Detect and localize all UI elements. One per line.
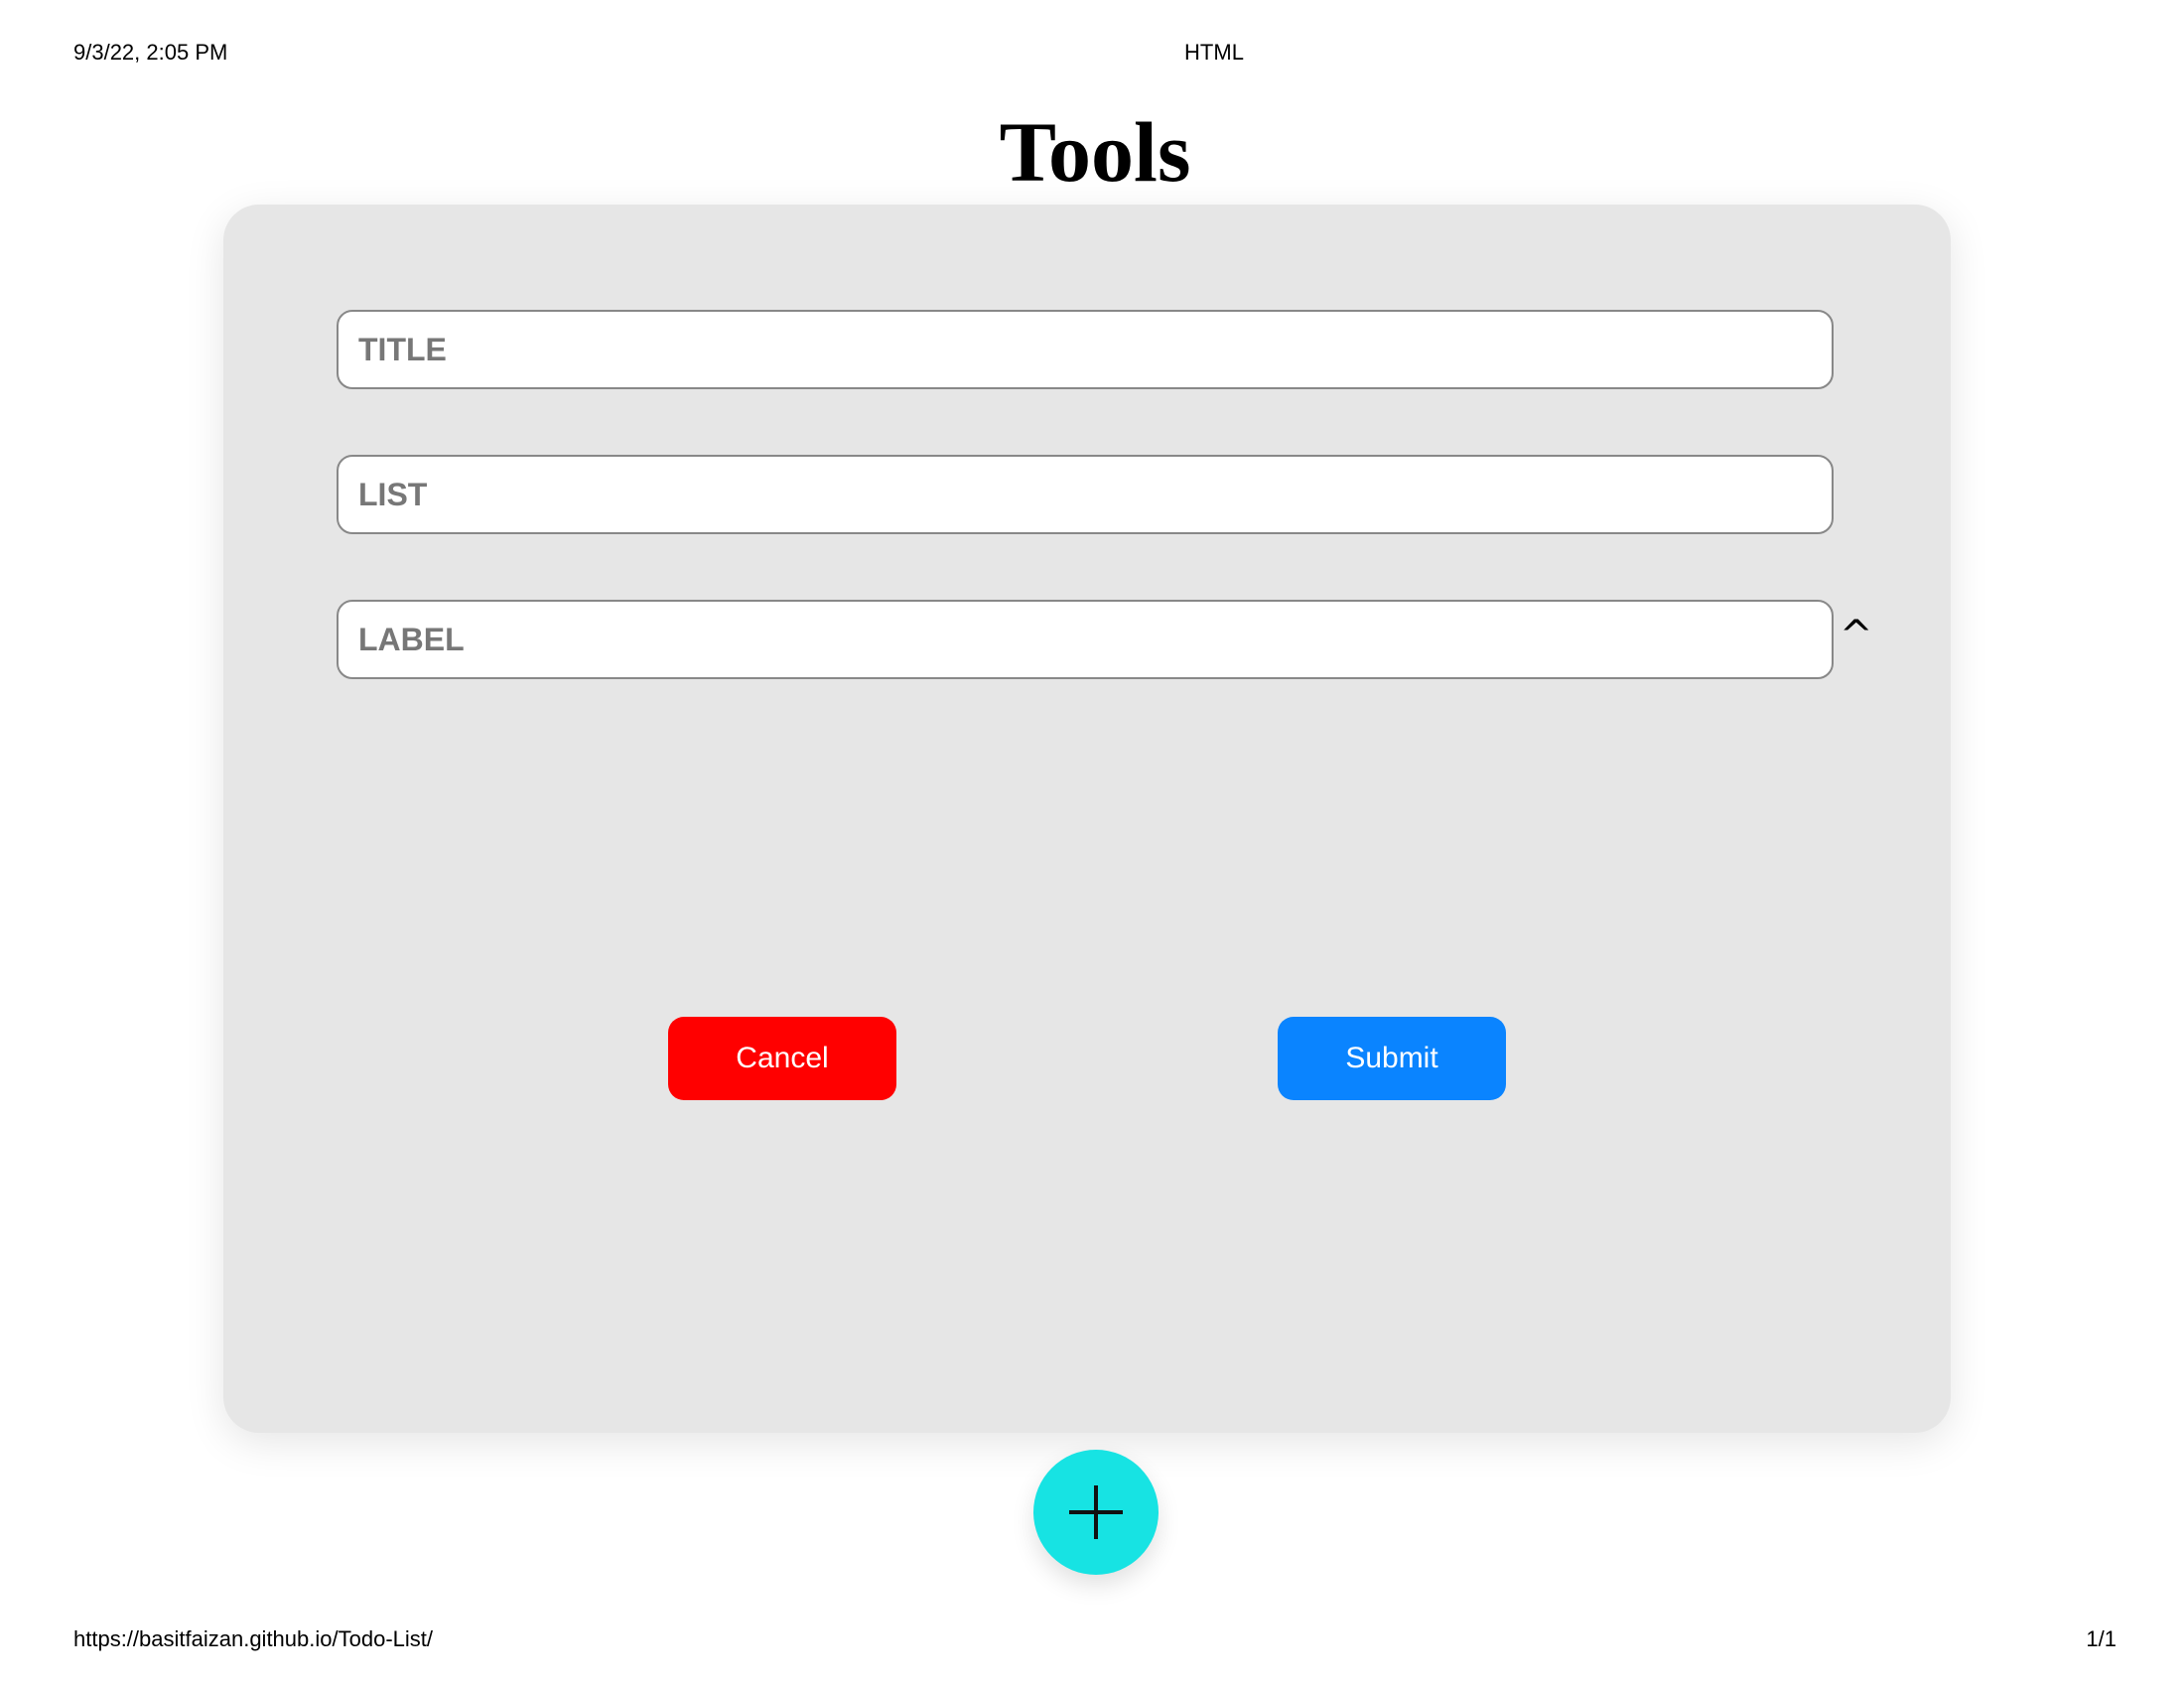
list-field-row	[337, 455, 1834, 534]
todo-form-card: ^ Cancel Submit	[223, 205, 1951, 1433]
print-footer-page-number: 1/1	[2086, 1626, 2116, 1651]
add-task-button[interactable]	[1033, 1450, 1159, 1575]
title-field-row	[337, 310, 1834, 389]
print-header-title: HTML	[1184, 40, 1244, 65]
plus-icon	[1069, 1485, 1123, 1539]
label-input[interactable]	[337, 600, 1834, 679]
caret-up-icon[interactable]: ^	[1840, 616, 1873, 655]
print-footer-url: https://basitfaizan.github.io/Todo-List/	[73, 1626, 433, 1651]
cancel-button[interactable]: Cancel	[668, 1017, 896, 1100]
label-field-row	[337, 600, 1834, 679]
submit-button[interactable]: Submit	[1278, 1017, 1506, 1100]
page-title: Tools	[999, 104, 1191, 200]
list-input[interactable]	[337, 455, 1834, 534]
title-input[interactable]	[337, 310, 1834, 389]
